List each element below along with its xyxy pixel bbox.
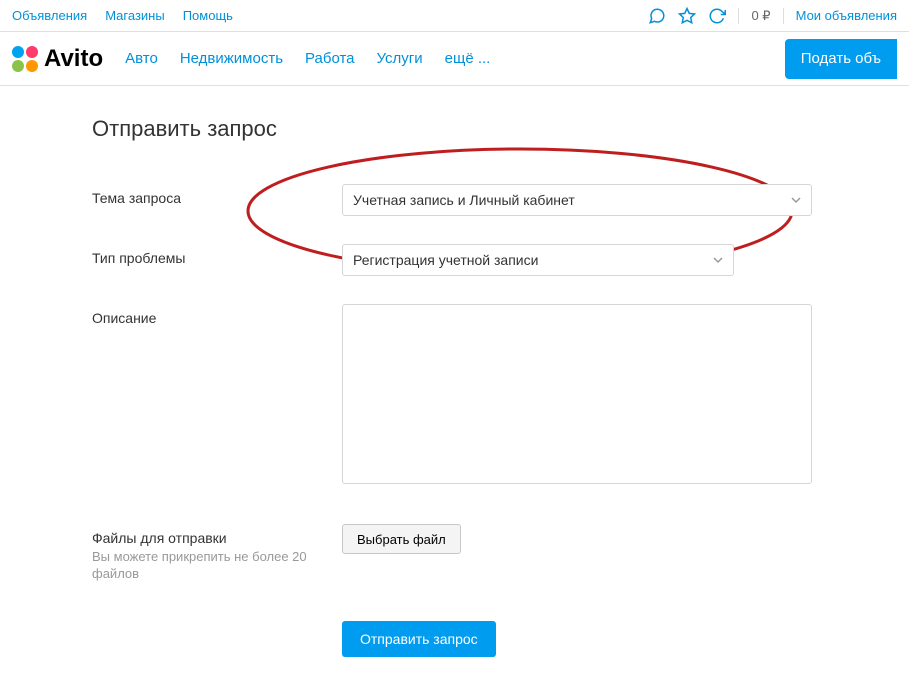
- header: Avito Авто Недвижимость Работа Услуги ещ…: [0, 32, 909, 86]
- topbar-right: 0 ₽ Мои объявления: [648, 7, 897, 25]
- topbar-left-links: Объявления Магазины Помощь: [12, 8, 233, 23]
- chevron-down-icon: [713, 252, 723, 268]
- my-ads-link[interactable]: Мои объявления: [796, 8, 897, 23]
- files-label-block: Файлы для отправки Вы можете прикрепить …: [92, 524, 342, 583]
- files-label: Файлы для отправки: [92, 530, 227, 546]
- messages-icon[interactable]: [648, 7, 666, 25]
- files-hint: Вы можете прикрепить не более 20 файлов: [92, 549, 342, 583]
- nav-more[interactable]: ещё ...: [445, 50, 491, 67]
- favorites-icon[interactable]: [678, 7, 696, 25]
- refresh-icon[interactable]: [708, 7, 726, 25]
- balance-text: 0 ₽: [751, 8, 770, 24]
- page-title: Отправить запрос: [92, 116, 909, 142]
- nav-realty[interactable]: Недвижимость: [180, 50, 283, 67]
- topbar-link-shops[interactable]: Магазины: [105, 8, 165, 23]
- top-bar: Объявления Магазины Помощь 0 ₽ Мои объяв…: [0, 0, 909, 32]
- content: Отправить запрос Тема запроса Учетная за…: [0, 86, 909, 697]
- nav-jobs[interactable]: Работа: [305, 50, 355, 67]
- files-control: Выбрать файл: [342, 524, 461, 583]
- row-description: Описание: [92, 304, 909, 484]
- description-label: Описание: [92, 304, 342, 484]
- description-textarea[interactable]: [342, 304, 812, 484]
- nav-services[interactable]: Услуги: [377, 50, 423, 67]
- separator: [783, 8, 784, 24]
- logo-icon: [12, 46, 38, 72]
- problem-select-value: Регистрация учетной записи: [353, 252, 538, 268]
- row-submit: Отправить запрос: [342, 621, 909, 657]
- topbar-link-help[interactable]: Помощь: [183, 8, 233, 23]
- chevron-down-icon: [791, 192, 801, 208]
- separator: [738, 8, 739, 24]
- nav-auto[interactable]: Авто: [125, 50, 158, 67]
- topic-select-value: Учетная запись и Личный кабинет: [353, 192, 575, 208]
- topic-select[interactable]: Учетная запись и Личный кабинет: [342, 184, 812, 216]
- logo[interactable]: Avito: [12, 45, 103, 73]
- topbar-link-ads[interactable]: Объявления: [12, 8, 87, 23]
- post-ad-button[interactable]: Подать объ: [785, 39, 897, 79]
- submit-button[interactable]: Отправить запрос: [342, 621, 496, 657]
- choose-file-button[interactable]: Выбрать файл: [342, 524, 461, 554]
- main-nav: Авто Недвижимость Работа Услуги ещё ...: [125, 50, 490, 67]
- row-problem: Тип проблемы Регистрация учетной записи: [92, 244, 909, 276]
- problem-label: Тип проблемы: [92, 244, 342, 276]
- topic-label: Тема запроса: [92, 184, 342, 216]
- problem-select[interactable]: Регистрация учетной записи: [342, 244, 734, 276]
- logo-text: Avito: [44, 45, 103, 73]
- row-files: Файлы для отправки Вы можете прикрепить …: [92, 524, 909, 583]
- row-topic: Тема запроса Учетная запись и Личный каб…: [92, 184, 909, 216]
